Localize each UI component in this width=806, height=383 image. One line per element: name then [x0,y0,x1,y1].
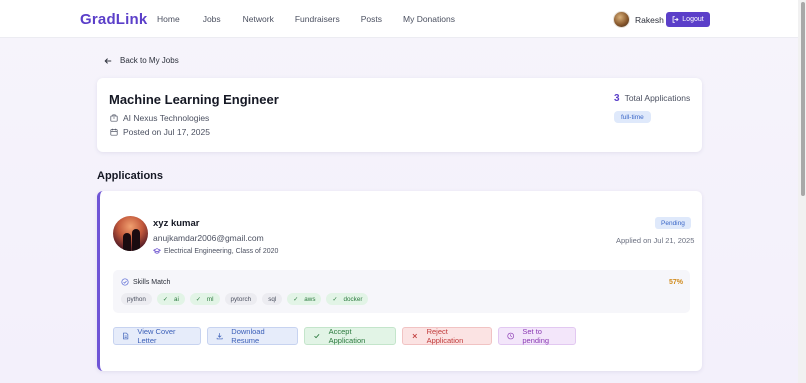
posted-date: Posted on Jul 17, 2025 [123,127,210,137]
status-badge: Pending [655,217,691,229]
skill-tag-matched: ✓ aws [287,293,322,305]
company-name: AI Nexus Technologies [123,113,210,123]
skill-tag: sql [262,293,283,305]
check-icon [314,334,320,339]
user-name: Rakesh [635,14,664,25]
nav-link-posts[interactable]: Posts [361,14,382,24]
job-summary-card: Machine Learning Engineer AI Nexus Techn… [97,78,702,152]
nav-link-fundraisers[interactable]: Fundraisers [295,14,340,24]
skill-tag-matched: ✓ ml [189,293,220,305]
nav-link-network[interactable]: Network [243,14,274,24]
check-icon: ✓ [195,296,201,303]
logout-label: Logout [682,16,704,23]
clock-icon [507,332,514,340]
application-actions: View Cover Letter Download Resume Accept… [113,327,576,345]
skill-tag-matched: ✓ ai [156,293,185,305]
download-icon [216,333,223,340]
view-cover-letter-button[interactable]: View Cover Letter [113,327,201,345]
applicant-education: Electrical Engineering, Class of 2020 [153,247,278,255]
skills-list: python ✓ ai ✓ ml pytorch sql ✓ aws ✓ docker [121,293,369,305]
skill-label: ml [206,295,214,303]
job-posted-date: Posted on Jul 17, 2025 [110,127,210,137]
download-resume-label: Download Resume [231,327,265,345]
education-text: Electrical Engineering, Class of 2020 [164,247,279,255]
skill-label: python [127,295,146,303]
skill-label: docker [343,295,363,303]
applicant-avatar [113,216,148,251]
application-card: xyz kumar anujkamdar2006@gmail.com Elect… [97,191,702,371]
check-icon: ✓ [162,296,168,303]
back-to-jobs-link[interactable]: Back to My Jobs [104,56,179,65]
nav-links: Home Jobs Network Fundraisers Posts My D… [157,14,455,24]
applicant-name: xyz kumar [153,218,200,229]
set-pending-label: Set to pending [522,327,550,345]
close-icon [412,333,417,339]
brand-logo[interactable]: GradLink [80,11,147,28]
skill-label: aws [304,295,316,303]
reject-application-button[interactable]: Reject Application [402,327,492,345]
logout-button[interactable]: Logout [666,12,710,27]
nav-link-jobs[interactable]: Jobs [203,14,221,24]
arrow-left-icon [104,57,112,64]
reject-application-label: Reject Application [426,327,464,345]
skill-label: pytorch [230,295,252,303]
skill-label: ai [173,295,179,303]
skill-tag: pytorch [224,293,258,305]
nav-link-home[interactable]: Home [157,14,180,24]
applications-label: Total Applications [624,93,691,103]
calendar-icon [110,128,118,136]
match-percent: 57% [669,279,684,286]
job-type-badge: full-time [614,111,651,123]
skill-tag-matched: ✓ docker [326,293,369,305]
total-applications: 3 Total Applications [614,93,690,104]
back-link-label: Back to My Jobs [120,56,179,65]
skill-tag: python [121,293,152,305]
skills-match-panel: Skills Match 57% python ✓ ai ✓ ml pytorch … [113,270,690,313]
graduation-cap-icon [153,248,161,254]
check-icon: ✓ [332,296,338,303]
nav-link-my-donations[interactable]: My Donations [403,14,455,24]
skills-title-label: Skills Match [133,278,171,286]
skills-match-title: Skills Match [121,278,170,286]
logout-icon [672,16,679,23]
download-resume-button[interactable]: Download Resume [207,327,298,345]
document-icon [123,332,129,340]
job-company: AI Nexus Technologies [110,113,209,123]
navbar: GradLink Home Jobs Network Fundraisers P… [0,0,798,38]
job-title: Machine Learning Engineer [109,92,279,107]
applications-count: 3 [614,93,620,104]
check-icon: ✓ [293,296,299,303]
avatar [613,11,630,28]
applications-heading: Applications [97,170,164,182]
building-icon [110,114,118,122]
applied-date: Applied on Jul 21, 2025 [616,236,695,245]
user-menu[interactable]: Rakesh [613,11,664,28]
applicant-email: anujkamdar2006@gmail.com [153,233,264,243]
scrollbar-thumb[interactable] [801,2,805,196]
check-circle-icon [121,278,129,286]
set-pending-button[interactable]: Set to pending [498,327,576,345]
accept-application-button[interactable]: Accept Application [304,327,396,345]
view-cover-letter-label: View Cover Letter [137,327,176,345]
accept-application-label: Accept Application [328,327,366,345]
skill-label: sql [268,295,277,303]
